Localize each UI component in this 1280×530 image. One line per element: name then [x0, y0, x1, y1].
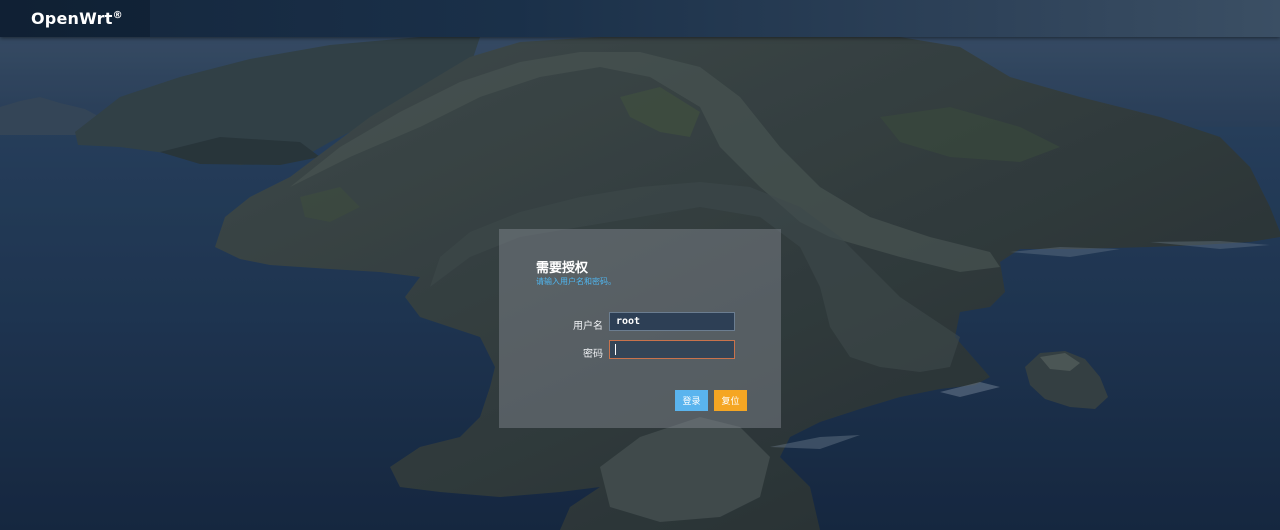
username-label: 用户名 — [573, 321, 603, 332]
login-title: 需要授权 — [536, 261, 589, 276]
brand-name: OpenWrt — [31, 9, 113, 28]
brand-logo[interactable]: OpenWrt® — [31, 9, 123, 28]
brand-area: OpenWrt® — [0, 0, 150, 37]
login-panel: 需要授权 请输入用户名和密码。 用户名 密码 登录 复位 — [499, 229, 781, 428]
password-field[interactable] — [609, 340, 735, 359]
login-page: OpenWrt® 需要授权 请输入用户名和密码。 用户名 root 密码 登录 … — [0, 0, 1280, 530]
text-cursor — [615, 344, 616, 355]
login-button[interactable]: 登录 — [675, 390, 708, 411]
login-subtitle: 请输入用户名和密码。 — [536, 277, 616, 286]
username-field[interactable] — [609, 312, 735, 331]
password-label: 密码 — [583, 349, 603, 360]
top-bar: OpenWrt® — [0, 0, 1280, 37]
registered-mark: ® — [112, 10, 123, 21]
reset-button[interactable]: 复位 — [714, 390, 747, 411]
